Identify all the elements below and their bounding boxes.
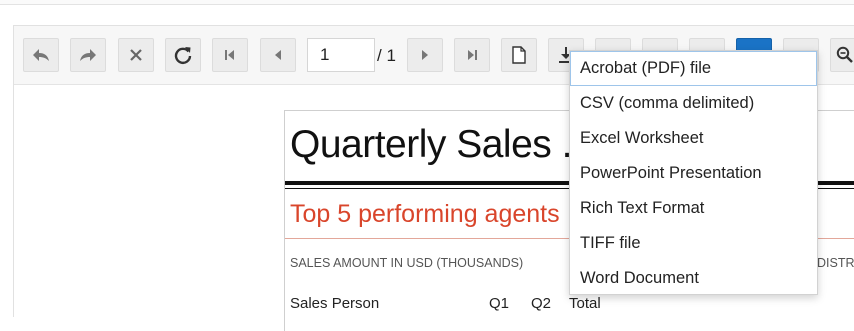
- report-caption: SALES AMOUNT IN USD (THOUSANDS): [290, 256, 524, 270]
- report-title: Quarterly Sales .: [290, 123, 572, 166]
- document-icon: [512, 46, 526, 64]
- first-page-icon: [224, 49, 236, 61]
- find-button[interactable]: [830, 38, 854, 72]
- column-header-total: Total: [569, 295, 601, 312]
- undo-icon: [32, 47, 50, 63]
- print-layout-button[interactable]: [501, 38, 537, 72]
- column-header-q2: Q2: [531, 295, 552, 312]
- menu-item-powerpoint[interactable]: PowerPoint Presentation: [570, 156, 817, 191]
- report-caption-right: DISTRI: [817, 256, 854, 270]
- menu-item-tiff[interactable]: TIFF file: [570, 226, 817, 261]
- column-header-q1: Q1: [489, 295, 510, 312]
- redo-icon: [79, 47, 97, 63]
- menu-item-excel[interactable]: Excel Worksheet: [570, 121, 817, 156]
- report-subtitle: Top 5 performing agents: [290, 200, 560, 228]
- page-total: / 1: [377, 46, 396, 65]
- zoom-icon: [836, 46, 854, 64]
- page-number-input[interactable]: [307, 38, 375, 72]
- export-format-menu: Acrobat (PDF) file CSV (comma delimited)…: [569, 50, 818, 295]
- close-icon: [129, 48, 143, 62]
- refresh-icon: [173, 45, 193, 65]
- redo-button[interactable]: [70, 38, 106, 72]
- menu-item-rtf[interactable]: Rich Text Format: [570, 191, 817, 226]
- previous-page-button[interactable]: [260, 38, 296, 72]
- top-divider: [0, 0, 854, 5]
- menu-item-pdf[interactable]: Acrobat (PDF) file: [570, 51, 817, 86]
- previous-page-icon: [273, 49, 283, 61]
- cancel-button[interactable]: [118, 38, 154, 72]
- next-page-icon: [420, 49, 430, 61]
- last-page-icon: [466, 49, 478, 61]
- next-page-button[interactable]: [407, 38, 443, 72]
- last-page-button[interactable]: [454, 38, 490, 72]
- first-page-button[interactable]: [212, 38, 248, 72]
- refresh-button[interactable]: [165, 38, 201, 72]
- menu-item-word[interactable]: Word Document: [570, 261, 817, 296]
- column-header-sales-person: Sales Person: [290, 295, 380, 312]
- menu-item-csv[interactable]: CSV (comma delimited): [570, 86, 817, 121]
- undo-button[interactable]: [23, 38, 59, 72]
